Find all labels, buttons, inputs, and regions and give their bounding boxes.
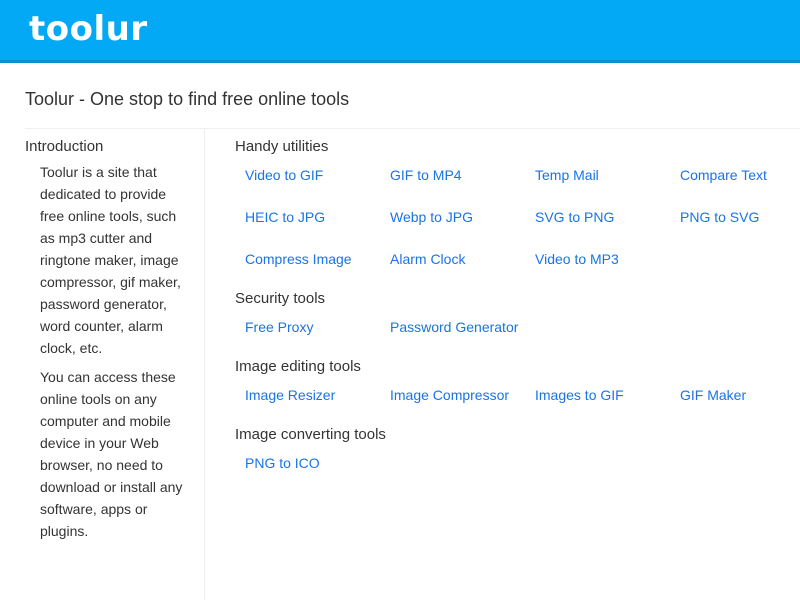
tool-link-png-to-ico[interactable]: PNG to ICO bbox=[245, 452, 390, 494]
tool-links: Image Resizer Image Compressor Images to… bbox=[235, 384, 800, 426]
tool-links: PNG to ICO bbox=[235, 452, 800, 494]
introduction-text: Toolur is a site that dedicated to provi… bbox=[40, 161, 190, 549]
tool-link-svg-to-png[interactable]: SVG to PNG bbox=[535, 206, 680, 248]
tool-link-heic-to-jpg[interactable]: HEIC to JPG bbox=[245, 206, 390, 248]
introduction-sidebar: Introduction Toolur is a site that dedic… bbox=[0, 129, 205, 600]
tool-links: Video to GIF GIF to MP4 Temp Mail Compar… bbox=[235, 164, 800, 290]
section-heading: Image editing tools bbox=[235, 358, 361, 375]
tool-link-compress-image[interactable]: Compress Image bbox=[245, 248, 390, 290]
tool-link-compare-text[interactable]: Compare Text bbox=[680, 164, 800, 206]
section-heading: Image converting tools bbox=[235, 426, 386, 443]
tool-link-images-to-gif[interactable]: Images to GIF bbox=[535, 384, 680, 426]
tool-link-png-to-svg[interactable]: PNG to SVG bbox=[680, 206, 800, 248]
tool-link-password-generator[interactable]: Password Generator bbox=[390, 316, 535, 358]
section-heading: Security tools bbox=[235, 290, 326, 307]
tool-link-video-to-mp3[interactable]: Video to MP3 bbox=[535, 248, 680, 290]
tool-link-temp-mail[interactable]: Temp Mail bbox=[535, 164, 680, 206]
tool-link-free-proxy[interactable]: Free Proxy bbox=[245, 316, 390, 358]
section-image-editing-tools: Image editing tools Image Resizer Image … bbox=[235, 356, 800, 426]
tool-link-image-compressor[interactable]: Image Compressor bbox=[390, 384, 535, 426]
tool-link-alarm-clock[interactable]: Alarm Clock bbox=[390, 248, 535, 290]
intro-paragraph: Toolur is a site that dedicated to provi… bbox=[40, 164, 181, 356]
section-image-converting-tools: Image converting tools PNG to ICO bbox=[235, 424, 800, 494]
tool-link-image-resizer[interactable]: Image Resizer bbox=[245, 384, 390, 426]
tool-links: Free Proxy Password Generator bbox=[235, 316, 800, 358]
page-title: Toolur - One stop to find free online to… bbox=[25, 89, 350, 109]
introduction-heading: Introduction bbox=[25, 138, 104, 155]
tool-link-gif-to-mp4[interactable]: GIF to MP4 bbox=[390, 164, 535, 206]
site-logo[interactable]: toolur bbox=[29, 9, 148, 49]
intro-paragraph: You can access these online tools on any… bbox=[40, 369, 183, 539]
site-header: toolur bbox=[0, 0, 800, 63]
tool-link-video-to-gif[interactable]: Video to GIF bbox=[245, 164, 390, 206]
tool-link-webp-to-jpg[interactable]: Webp to JPG bbox=[390, 206, 535, 248]
section-security-tools: Security tools Free Proxy Password Gener… bbox=[235, 288, 800, 358]
tool-link-gif-maker[interactable]: GIF Maker bbox=[680, 384, 800, 426]
tools-panel: Handy utilities Video to GIF GIF to MP4 … bbox=[205, 129, 800, 600]
section-handy-utilities: Handy utilities Video to GIF GIF to MP4 … bbox=[235, 136, 800, 290]
section-heading: Handy utilities bbox=[235, 138, 329, 155]
